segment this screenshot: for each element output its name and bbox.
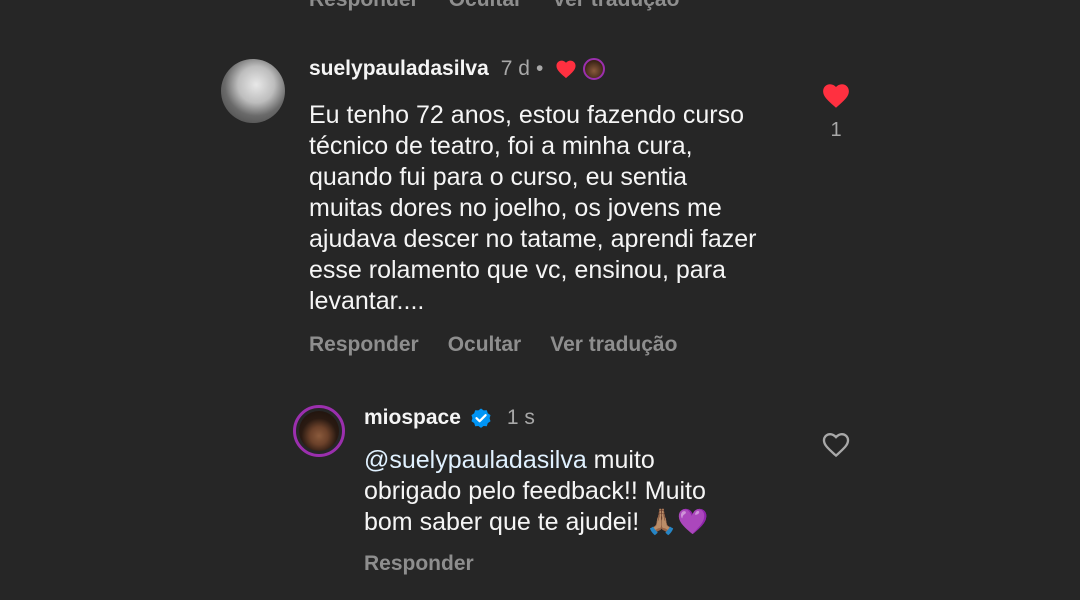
reply-line-2: obrigado pelo feedback!! Muito (364, 477, 706, 505)
comments-screen: Responder Ocultar Ver tradução suelypaul… (0, 0, 1080, 600)
username[interactable]: suelypauladasilva (309, 57, 489, 81)
hide-button[interactable]: Ocultar (449, 0, 523, 12)
avatar[interactable] (293, 405, 345, 457)
heart-filled-icon[interactable] (821, 82, 851, 109)
timestamp: 7 d (500, 57, 530, 80)
verified-badge-icon (471, 408, 491, 428)
reply-button[interactable]: Responder (309, 0, 419, 12)
comment-like: 1 (820, 82, 852, 142)
timestamp: 1 s (506, 406, 535, 429)
reply-text: @suelypauladasilva muito obrigado pelo f… (364, 445, 708, 538)
avatar[interactable] (221, 59, 285, 123)
creator-liked-heart-icon (556, 60, 576, 79)
author-avatar-icon (583, 58, 606, 80)
translate-button[interactable]: Ver tradução (550, 333, 677, 357)
reply-text-part: muito (586, 446, 655, 474)
reply-button[interactable]: Responder (364, 552, 474, 576)
comment-header: suelypauladasilva 7 d • (309, 57, 606, 81)
separator: • (535, 57, 544, 80)
translate-button[interactable]: Ver tradução (552, 0, 679, 12)
hide-button[interactable]: Ocultar (448, 333, 522, 357)
like-count[interactable]: 1 (830, 119, 841, 142)
avatar-image (299, 411, 339, 451)
reply-actions: Responder (364, 552, 474, 576)
heart-outline-icon[interactable] (821, 431, 851, 458)
reply-line-1: @suelypauladasilva muito (364, 445, 708, 476)
reply-button[interactable]: Responder (309, 333, 419, 357)
mention-link[interactable]: @suelypauladasilva (364, 446, 587, 474)
reply-like (821, 431, 851, 458)
reply-header: miospace 1 s (364, 406, 535, 430)
comment-text: Eu tenho 72 anos, estou fazendo curso té… (309, 101, 757, 315)
previous-comment-actions: Responder Ocultar Ver tradução (309, 0, 679, 12)
username[interactable]: miospace (364, 406, 461, 430)
comment-actions: Responder Ocultar Ver tradução (309, 333, 677, 357)
reply-line-3: bom saber que te ajudei! 🙏🏽💜 (364, 508, 709, 536)
